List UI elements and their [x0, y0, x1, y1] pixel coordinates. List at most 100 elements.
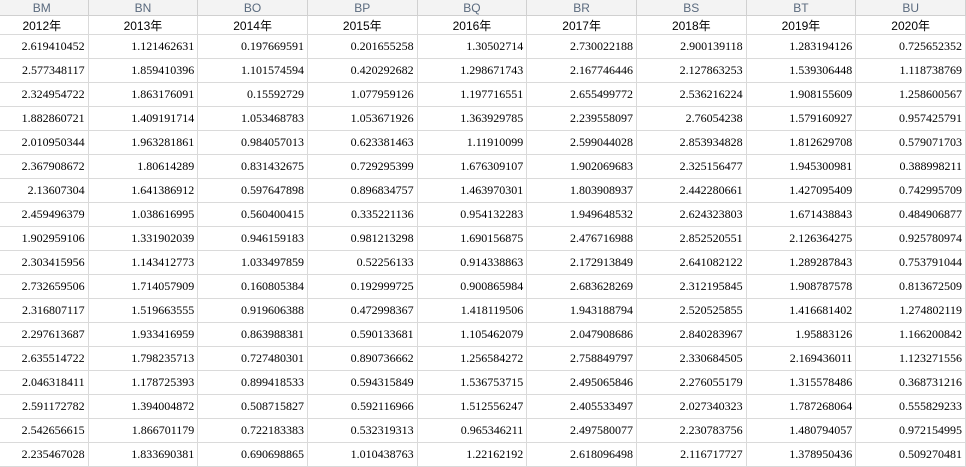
data-cell[interactable]: 0.753791044 [855, 250, 966, 275]
data-cell[interactable]: 1.121462631 [88, 34, 199, 59]
data-cell[interactable]: 2.641082122 [636, 250, 747, 275]
data-cell[interactable]: 2.027340323 [636, 394, 747, 419]
data-cell[interactable]: 1.053468783 [197, 106, 308, 131]
data-cell[interactable]: 0.509270481 [855, 442, 966, 467]
data-cell[interactable]: 2.542656615 [0, 418, 89, 443]
data-cell[interactable]: 2.169436011 [746, 346, 857, 371]
data-cell[interactable]: 1.943188794 [526, 298, 637, 323]
data-cell[interactable]: 2.591172782 [0, 394, 89, 419]
data-cell[interactable]: 1.258600567 [855, 82, 966, 107]
data-cell[interactable]: 1.641386912 [88, 178, 199, 203]
data-cell[interactable]: 1.787268064 [746, 394, 857, 419]
data-cell[interactable]: 2.476716988 [526, 226, 637, 251]
data-cell[interactable]: 0.919606388 [197, 298, 308, 323]
data-cell[interactable]: 1.519663555 [88, 298, 199, 323]
year-cell[interactable]: 2015年 [307, 15, 418, 35]
data-cell[interactable]: 2.497580077 [526, 418, 637, 443]
data-cell[interactable]: 1.863176091 [88, 82, 199, 107]
data-cell[interactable]: 1.038616995 [88, 202, 199, 227]
data-cell[interactable]: 1.882860721 [0, 106, 89, 131]
data-cell[interactable]: 2.325156477 [636, 154, 747, 179]
data-cell[interactable]: 1.409191714 [88, 106, 199, 131]
data-cell[interactable]: 0.201655258 [307, 34, 418, 59]
data-cell[interactable]: 1.480794057 [746, 418, 857, 443]
data-cell[interactable]: 1.798235713 [88, 346, 199, 371]
data-cell[interactable]: 1.315578486 [746, 370, 857, 395]
data-cell[interactable]: 0.900865984 [417, 274, 528, 299]
data-cell[interactable]: 2.852520551 [636, 226, 747, 251]
data-cell[interactable]: 2.312195845 [636, 274, 747, 299]
data-cell[interactable]: 2.230783756 [636, 418, 747, 443]
data-cell[interactable]: 2.167746446 [526, 58, 637, 83]
data-cell[interactable]: 2.330684505 [636, 346, 747, 371]
data-cell[interactable]: 1.178725393 [88, 370, 199, 395]
data-cell[interactable]: 2.758849797 [526, 346, 637, 371]
data-cell[interactable]: 0.560400415 [197, 202, 308, 227]
data-cell[interactable]: 0.590133681 [307, 322, 418, 347]
column-header-bn[interactable]: BN [88, 0, 199, 16]
data-cell[interactable]: 0.972154995 [855, 418, 966, 443]
data-cell[interactable]: 1.378950436 [746, 442, 857, 467]
data-cell[interactable]: 2.459496379 [0, 202, 89, 227]
data-cell[interactable]: 0.532319313 [307, 418, 418, 443]
data-cell[interactable]: 2.127863253 [636, 58, 747, 83]
data-cell[interactable]: 2.116717727 [636, 442, 747, 467]
data-cell[interactable]: 1.963281861 [88, 130, 199, 155]
data-cell[interactable]: 1.298671743 [417, 58, 528, 83]
data-cell[interactable]: 1.394004872 [88, 394, 199, 419]
data-cell[interactable]: 1.418119506 [417, 298, 528, 323]
data-cell[interactable]: 2.619410452 [0, 34, 89, 59]
data-cell[interactable]: 1.416681402 [746, 298, 857, 323]
data-cell[interactable]: 0.335221136 [307, 202, 418, 227]
data-cell[interactable]: 2.577348117 [0, 58, 89, 83]
column-header-bt[interactable]: BT [746, 0, 857, 16]
data-cell[interactable]: 2.655499772 [526, 82, 637, 107]
data-cell[interactable]: 0.965346211 [417, 418, 528, 443]
data-cell[interactable]: 2.046318411 [0, 370, 89, 395]
data-cell[interactable]: 2.235467028 [0, 442, 89, 467]
data-cell[interactable]: 1.427095409 [746, 178, 857, 203]
data-cell[interactable]: 2.599044028 [526, 130, 637, 155]
data-cell[interactable]: 0.813672509 [855, 274, 966, 299]
data-cell[interactable]: 1.077959126 [307, 82, 418, 107]
data-cell[interactable]: 2.618096498 [526, 442, 637, 467]
data-cell[interactable]: 2.683628269 [526, 274, 637, 299]
data-cell[interactable]: 1.690156875 [417, 226, 528, 251]
data-cell[interactable]: 1.143412773 [88, 250, 199, 275]
data-cell[interactable]: 0.984057013 [197, 130, 308, 155]
year-cell[interactable]: 2014年 [197, 15, 308, 35]
data-cell[interactable]: 2.172913849 [526, 250, 637, 275]
data-cell[interactable]: 1.902069683 [526, 154, 637, 179]
data-cell[interactable]: 2.13607304 [0, 178, 89, 203]
data-cell[interactable]: 0.484906877 [855, 202, 966, 227]
data-cell[interactable]: 0.722183383 [197, 418, 308, 443]
data-cell[interactable]: 1.933416959 [88, 322, 199, 347]
data-cell[interactable]: 1.256584272 [417, 346, 528, 371]
data-cell[interactable]: 2.303415956 [0, 250, 89, 275]
data-cell[interactable]: 1.512556247 [417, 394, 528, 419]
data-cell[interactable]: 0.597647898 [197, 178, 308, 203]
data-cell[interactable]: 0.623381463 [307, 130, 418, 155]
data-cell[interactable]: 1.363929785 [417, 106, 528, 131]
data-cell[interactable]: 1.812629708 [746, 130, 857, 155]
data-cell[interactable]: 2.520525855 [636, 298, 747, 323]
data-cell[interactable]: 2.624323803 [636, 202, 747, 227]
data-cell[interactable]: 1.579160927 [746, 106, 857, 131]
data-cell[interactable]: 1.197716551 [417, 82, 528, 107]
data-cell[interactable]: 1.866701179 [88, 418, 199, 443]
data-cell[interactable]: 0.15592729 [197, 82, 308, 107]
year-cell[interactable]: 2013年 [88, 15, 199, 35]
column-header-bs[interactable]: BS [636, 0, 747, 16]
data-cell[interactable]: 2.536216224 [636, 82, 747, 107]
data-cell[interactable]: 0.727480301 [197, 346, 308, 371]
data-cell[interactable]: 1.123271556 [855, 346, 966, 371]
column-header-bo[interactable]: BO [197, 0, 308, 16]
data-cell[interactable]: 1.053671926 [307, 106, 418, 131]
data-cell[interactable]: 1.676309107 [417, 154, 528, 179]
data-cell[interactable]: 0.981213298 [307, 226, 418, 251]
data-cell[interactable]: 1.289287843 [746, 250, 857, 275]
data-cell[interactable]: 0.592116966 [307, 394, 418, 419]
data-cell[interactable]: 0.925780974 [855, 226, 966, 251]
data-cell[interactable]: 1.22162192 [417, 442, 528, 467]
data-cell[interactable]: 1.949648532 [526, 202, 637, 227]
